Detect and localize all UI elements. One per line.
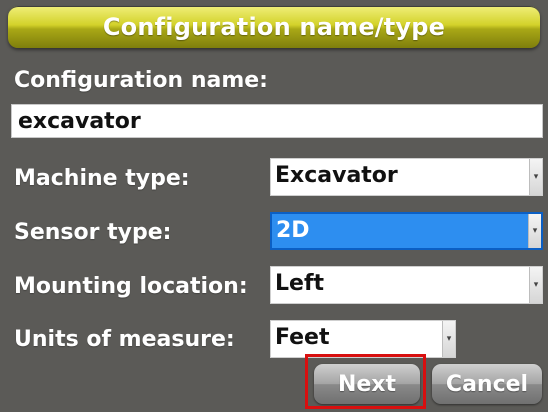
chevron-down-icon[interactable]: ▾	[529, 267, 542, 303]
mounting-location-label: Mounting location:	[14, 274, 248, 299]
sensor-type-select[interactable]: 2D ▾	[270, 212, 543, 250]
sensor-type-value: 2D	[276, 218, 310, 243]
chevron-down-icon[interactable]: ▾	[442, 321, 455, 357]
sensor-type-label: Sensor type:	[14, 220, 172, 245]
next-button-highlight-box	[305, 354, 426, 409]
dialog-title: Configuration name/type	[102, 13, 446, 41]
chevron-down-icon[interactable]: ▾	[528, 214, 541, 248]
mounting-location-select[interactable]: Left ▾	[270, 266, 543, 304]
machine-type-label: Machine type:	[14, 166, 190, 191]
machine-type-select[interactable]: Excavator ▾	[270, 158, 543, 196]
units-of-measure-value: Feet	[275, 325, 330, 350]
units-of-measure-select[interactable]: Feet ▾	[270, 320, 456, 358]
configuration-name-label: Configuration name:	[14, 68, 268, 93]
cancel-button[interactable]: Cancel	[432, 364, 542, 404]
mounting-location-value: Left	[275, 271, 325, 296]
configuration-name-input[interactable]: excavator	[11, 104, 543, 138]
chevron-down-icon[interactable]: ▾	[529, 159, 542, 195]
units-of-measure-label: Units of measure:	[14, 327, 235, 352]
machine-type-value: Excavator	[275, 163, 398, 188]
dialog-title-bar: Configuration name/type	[8, 6, 540, 48]
